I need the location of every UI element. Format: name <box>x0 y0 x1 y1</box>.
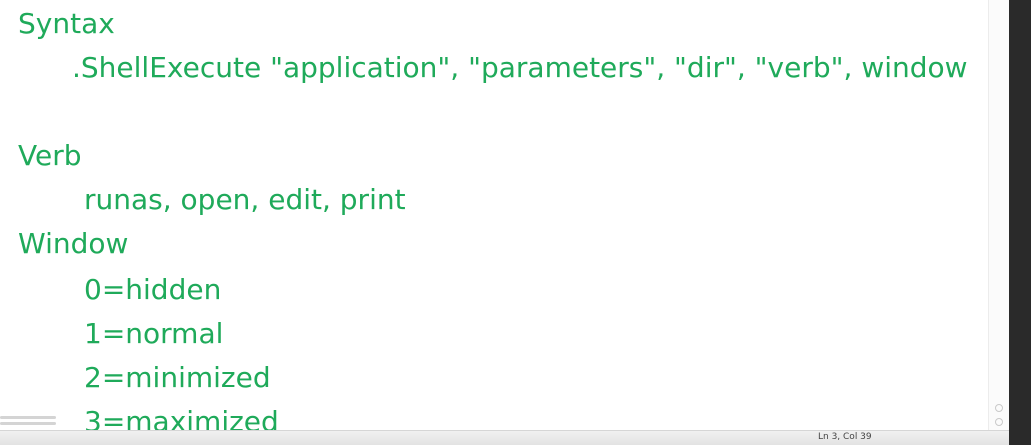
status-bar: Ln 3, Col 39 <box>0 430 1009 445</box>
editor-line-window-normal: 1=normal <box>84 317 224 350</box>
horizontal-scroll-thumb[interactable] <box>0 416 56 419</box>
editor-line-window-hidden: 0=hidden <box>84 273 222 306</box>
editor-line-shellexecute-syntax: .ShellExecute "application", "parameters… <box>72 51 968 84</box>
editor-line-verb-heading: Verb <box>18 139 82 172</box>
horizontal-scrollbar[interactable] <box>0 416 60 426</box>
editor-line-verb-values: runas, open, edit, print <box>84 183 406 216</box>
horizontal-scroll-track <box>0 422 56 425</box>
cursor-position-indicator: Ln 3, Col 39 <box>818 432 872 442</box>
scroll-up-icon[interactable] <box>995 404 1003 412</box>
scroll-down-icon[interactable] <box>995 418 1003 426</box>
vertical-scrollbar[interactable] <box>988 0 1010 430</box>
editor-line-syntax-heading: Syntax <box>18 7 115 40</box>
editor-line-window-maximized: 3=maximized <box>84 405 279 431</box>
editor-line-window-minimized: 2=minimized <box>84 361 271 394</box>
editor-line-window-heading: Window <box>18 227 129 260</box>
window-edge <box>1009 0 1031 445</box>
screen: Syntax .ShellExecute "application", "par… <box>0 0 1031 445</box>
text-editor[interactable]: Syntax .ShellExecute "application", "par… <box>0 0 1009 430</box>
